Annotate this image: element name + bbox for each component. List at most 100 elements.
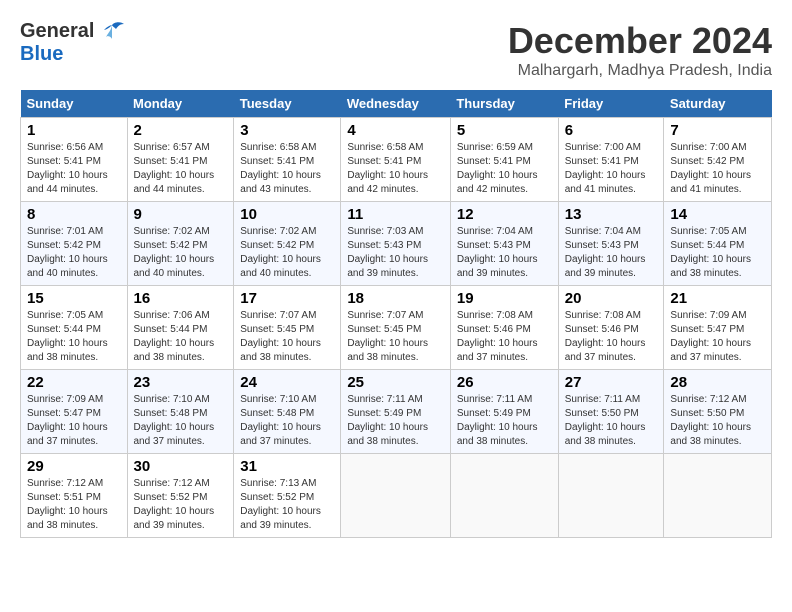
day-number: 8 xyxy=(27,206,121,223)
day-number: 21 xyxy=(670,290,765,307)
day-number: 6 xyxy=(565,122,658,139)
day-info: Sunrise: 7:04 AMSunset: 5:43 PMDaylight:… xyxy=(457,226,538,279)
col-header-thursday: Thursday xyxy=(450,90,558,118)
day-number: 14 xyxy=(670,206,765,223)
day-number: 2 xyxy=(134,122,228,139)
day-number: 20 xyxy=(565,290,658,307)
day-cell xyxy=(341,454,451,538)
day-info: Sunrise: 7:00 AMSunset: 5:42 PMDaylight:… xyxy=(670,142,751,195)
col-header-tuesday: Tuesday xyxy=(234,90,341,118)
day-info: Sunrise: 7:11 AMSunset: 5:49 PMDaylight:… xyxy=(347,394,428,447)
day-number: 13 xyxy=(565,206,658,223)
day-cell: 5 Sunrise: 6:59 AMSunset: 5:41 PMDaylight… xyxy=(450,118,558,202)
day-number: 25 xyxy=(347,374,444,391)
day-number: 28 xyxy=(670,374,765,391)
day-info: Sunrise: 7:07 AMSunset: 5:45 PMDaylight:… xyxy=(240,310,321,363)
col-header-saturday: Saturday xyxy=(664,90,772,118)
day-info: Sunrise: 7:00 AMSunset: 5:41 PMDaylight:… xyxy=(565,142,646,195)
week-row-2: 8 Sunrise: 7:01 AMSunset: 5:42 PMDaylight… xyxy=(21,202,772,286)
day-cell: 29 Sunrise: 7:12 AMSunset: 5:51 PMDayligh… xyxy=(21,454,128,538)
day-number: 10 xyxy=(240,206,334,223)
day-info: Sunrise: 6:56 AMSunset: 5:41 PMDaylight:… xyxy=(27,142,108,195)
day-number: 29 xyxy=(27,458,121,475)
day-cell: 17 Sunrise: 7:07 AMSunset: 5:45 PMDayligh… xyxy=(234,286,341,370)
day-cell xyxy=(664,454,772,538)
day-number: 3 xyxy=(240,122,334,139)
day-info: Sunrise: 7:07 AMSunset: 5:45 PMDaylight:… xyxy=(347,310,428,363)
day-number: 4 xyxy=(347,122,444,139)
day-info: Sunrise: 7:08 AMSunset: 5:46 PMDaylight:… xyxy=(565,310,646,363)
day-number: 31 xyxy=(240,458,334,475)
day-cell: 16Sunrise: 7:06 AMSunset: 5:44 PMDayligh… xyxy=(127,286,234,370)
day-number: 12 xyxy=(457,206,552,223)
day-cell: 26 Sunrise: 7:11 AMSunset: 5:49 PMDayligh… xyxy=(450,370,558,454)
day-cell: 11 Sunrise: 7:03 AMSunset: 5:43 PMDayligh… xyxy=(341,202,451,286)
day-cell: 25 Sunrise: 7:11 AMSunset: 5:49 PMDayligh… xyxy=(341,370,451,454)
day-info: Sunrise: 6:57 AMSunset: 5:41 PMDaylight:… xyxy=(134,142,215,195)
day-info: Sunrise: 7:13 AMSunset: 5:52 PMDaylight:… xyxy=(240,478,321,531)
day-cell: 27 Sunrise: 7:11 AMSunset: 5:50 PMDayligh… xyxy=(558,370,664,454)
day-number: 5 xyxy=(457,122,552,139)
col-header-monday: Monday xyxy=(127,90,234,118)
col-header-friday: Friday xyxy=(558,90,664,118)
day-cell: 3 Sunrise: 6:58 AMSunset: 5:41 PMDaylight… xyxy=(234,118,341,202)
day-cell: 6 Sunrise: 7:00 AMSunset: 5:41 PMDaylight… xyxy=(558,118,664,202)
day-number: 23 xyxy=(134,374,228,391)
day-info: Sunrise: 7:10 AMSunset: 5:48 PMDaylight:… xyxy=(134,394,215,447)
day-cell: 21 Sunrise: 7:09 AMSunset: 5:47 PMDayligh… xyxy=(664,286,772,370)
col-header-sunday: Sunday xyxy=(21,90,128,118)
calendar-table: SundayMondayTuesdayWednesdayThursdayFrid… xyxy=(20,90,772,538)
day-info: Sunrise: 7:12 AMSunset: 5:52 PMDaylight:… xyxy=(134,478,215,531)
day-cell: 19 Sunrise: 7:08 AMSunset: 5:46 PMDayligh… xyxy=(450,286,558,370)
day-cell: 12 Sunrise: 7:04 AMSunset: 5:43 PMDayligh… xyxy=(450,202,558,286)
day-info: Sunrise: 7:05 AMSunset: 5:44 PMDaylight:… xyxy=(27,310,108,363)
logo: General Blue xyxy=(20,20,126,66)
day-cell: 24Sunrise: 7:10 AMSunset: 5:48 PMDayligh… xyxy=(234,370,341,454)
location-title: Malhargarh, Madhya Pradesh, India xyxy=(508,62,772,80)
day-info: Sunrise: 7:05 AMSunset: 5:44 PMDaylight:… xyxy=(670,226,751,279)
day-number: 27 xyxy=(565,374,658,391)
day-info: Sunrise: 7:02 AMSunset: 5:42 PMDaylight:… xyxy=(240,226,321,279)
col-header-wednesday: Wednesday xyxy=(341,90,451,118)
day-number: 19 xyxy=(457,290,552,307)
logo-blue-text: Blue xyxy=(20,43,63,66)
day-info: Sunrise: 7:03 AMSunset: 5:43 PMDaylight:… xyxy=(347,226,428,279)
day-number: 30 xyxy=(134,458,228,475)
day-cell: 15Sunrise: 7:05 AMSunset: 5:44 PMDayligh… xyxy=(21,286,128,370)
day-info: Sunrise: 6:58 AMSunset: 5:41 PMDaylight:… xyxy=(347,142,428,195)
day-info: Sunrise: 7:08 AMSunset: 5:46 PMDaylight:… xyxy=(457,310,538,363)
day-cell: 28Sunrise: 7:12 AMSunset: 5:50 PMDayligh… xyxy=(664,370,772,454)
day-number: 9 xyxy=(134,206,228,223)
day-cell: 14 Sunrise: 7:05 AMSunset: 5:44 PMDayligh… xyxy=(664,202,772,286)
week-row-3: 15Sunrise: 7:05 AMSunset: 5:44 PMDayligh… xyxy=(21,286,772,370)
day-cell: 13 Sunrise: 7:04 AMSunset: 5:43 PMDayligh… xyxy=(558,202,664,286)
day-cell: 4 Sunrise: 6:58 AMSunset: 5:41 PMDaylight… xyxy=(341,118,451,202)
day-cell: 1Sunrise: 6:56 AMSunset: 5:41 PMDaylight… xyxy=(21,118,128,202)
day-info: Sunrise: 6:58 AMSunset: 5:41 PMDaylight:… xyxy=(240,142,321,195)
day-info: Sunrise: 7:09 AMSunset: 5:47 PMDaylight:… xyxy=(670,310,751,363)
day-cell xyxy=(558,454,664,538)
day-cell: 8 Sunrise: 7:01 AMSunset: 5:42 PMDaylight… xyxy=(21,202,128,286)
day-info: Sunrise: 7:01 AMSunset: 5:42 PMDaylight:… xyxy=(27,226,108,279)
day-cell: 22Sunrise: 7:09 AMSunset: 5:47 PMDayligh… xyxy=(21,370,128,454)
day-info: Sunrise: 7:10 AMSunset: 5:48 PMDaylight:… xyxy=(240,394,321,447)
day-cell: 9Sunrise: 7:02 AMSunset: 5:42 PMDaylight… xyxy=(127,202,234,286)
day-number: 22 xyxy=(27,374,121,391)
day-info: Sunrise: 7:12 AMSunset: 5:51 PMDaylight:… xyxy=(27,478,108,531)
day-number: 17 xyxy=(240,290,334,307)
logo-general-text: General xyxy=(20,20,94,43)
page-header: General Blue December 2024 Malhargarh, M… xyxy=(20,20,772,80)
day-info: Sunrise: 7:11 AMSunset: 5:49 PMDaylight:… xyxy=(457,394,538,447)
week-row-4: 22Sunrise: 7:09 AMSunset: 5:47 PMDayligh… xyxy=(21,370,772,454)
day-cell: 10 Sunrise: 7:02 AMSunset: 5:42 PMDayligh… xyxy=(234,202,341,286)
day-info: Sunrise: 7:04 AMSunset: 5:43 PMDaylight:… xyxy=(565,226,646,279)
day-number: 7 xyxy=(670,122,765,139)
day-number: 26 xyxy=(457,374,552,391)
day-cell xyxy=(450,454,558,538)
day-info: Sunrise: 6:59 AMSunset: 5:41 PMDaylight:… xyxy=(457,142,538,195)
day-info: Sunrise: 7:11 AMSunset: 5:50 PMDaylight:… xyxy=(565,394,646,447)
day-cell: 18Sunrise: 7:07 AMSunset: 5:45 PMDayligh… xyxy=(341,286,451,370)
week-row-5: 29 Sunrise: 7:12 AMSunset: 5:51 PMDayligh… xyxy=(21,454,772,538)
day-cell: 7 Sunrise: 7:00 AMSunset: 5:42 PMDaylight… xyxy=(664,118,772,202)
day-number: 11 xyxy=(347,206,444,223)
